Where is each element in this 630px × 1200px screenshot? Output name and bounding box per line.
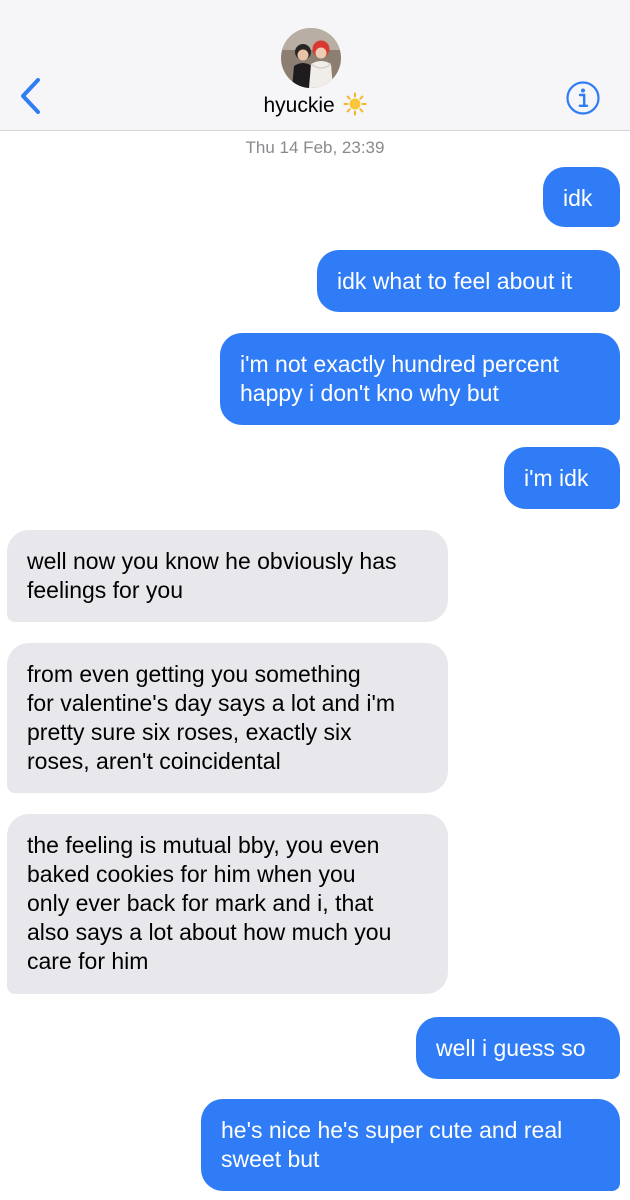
contact-photo — [281, 28, 341, 88]
avatar[interactable] — [281, 28, 341, 88]
received-message[interactable]: well now you know he obviously has feeli… — [7, 530, 448, 622]
info-circle-icon — [566, 81, 600, 115]
sent-message[interactable]: i'm not exactly hundred percent happy i … — [220, 333, 620, 425]
message-timestamp: Thu 14 Feb, 23:39 — [245, 138, 385, 157]
sent-message[interactable]: idk what to feel about it — [317, 250, 620, 312]
sent-message[interactable]: idk — [543, 167, 620, 227]
sent-message[interactable]: i'm idk — [504, 447, 620, 509]
conversation-header: hyuckie — [0, 0, 630, 131]
sent-message[interactable]: he's nice he's super cute and real sweet… — [201, 1099, 620, 1191]
info-button[interactable] — [565, 80, 601, 116]
received-message[interactable]: from even getting you something for vale… — [7, 643, 448, 793]
sun-icon — [343, 92, 367, 123]
contact-name-text: hyuckie — [263, 94, 335, 117]
contact-name[interactable]: hyuckie — [0, 92, 630, 123]
received-message[interactable]: the feeling is mutual bby, you even bake… — [7, 814, 448, 994]
sent-message[interactable]: well i guess so — [416, 1017, 620, 1079]
